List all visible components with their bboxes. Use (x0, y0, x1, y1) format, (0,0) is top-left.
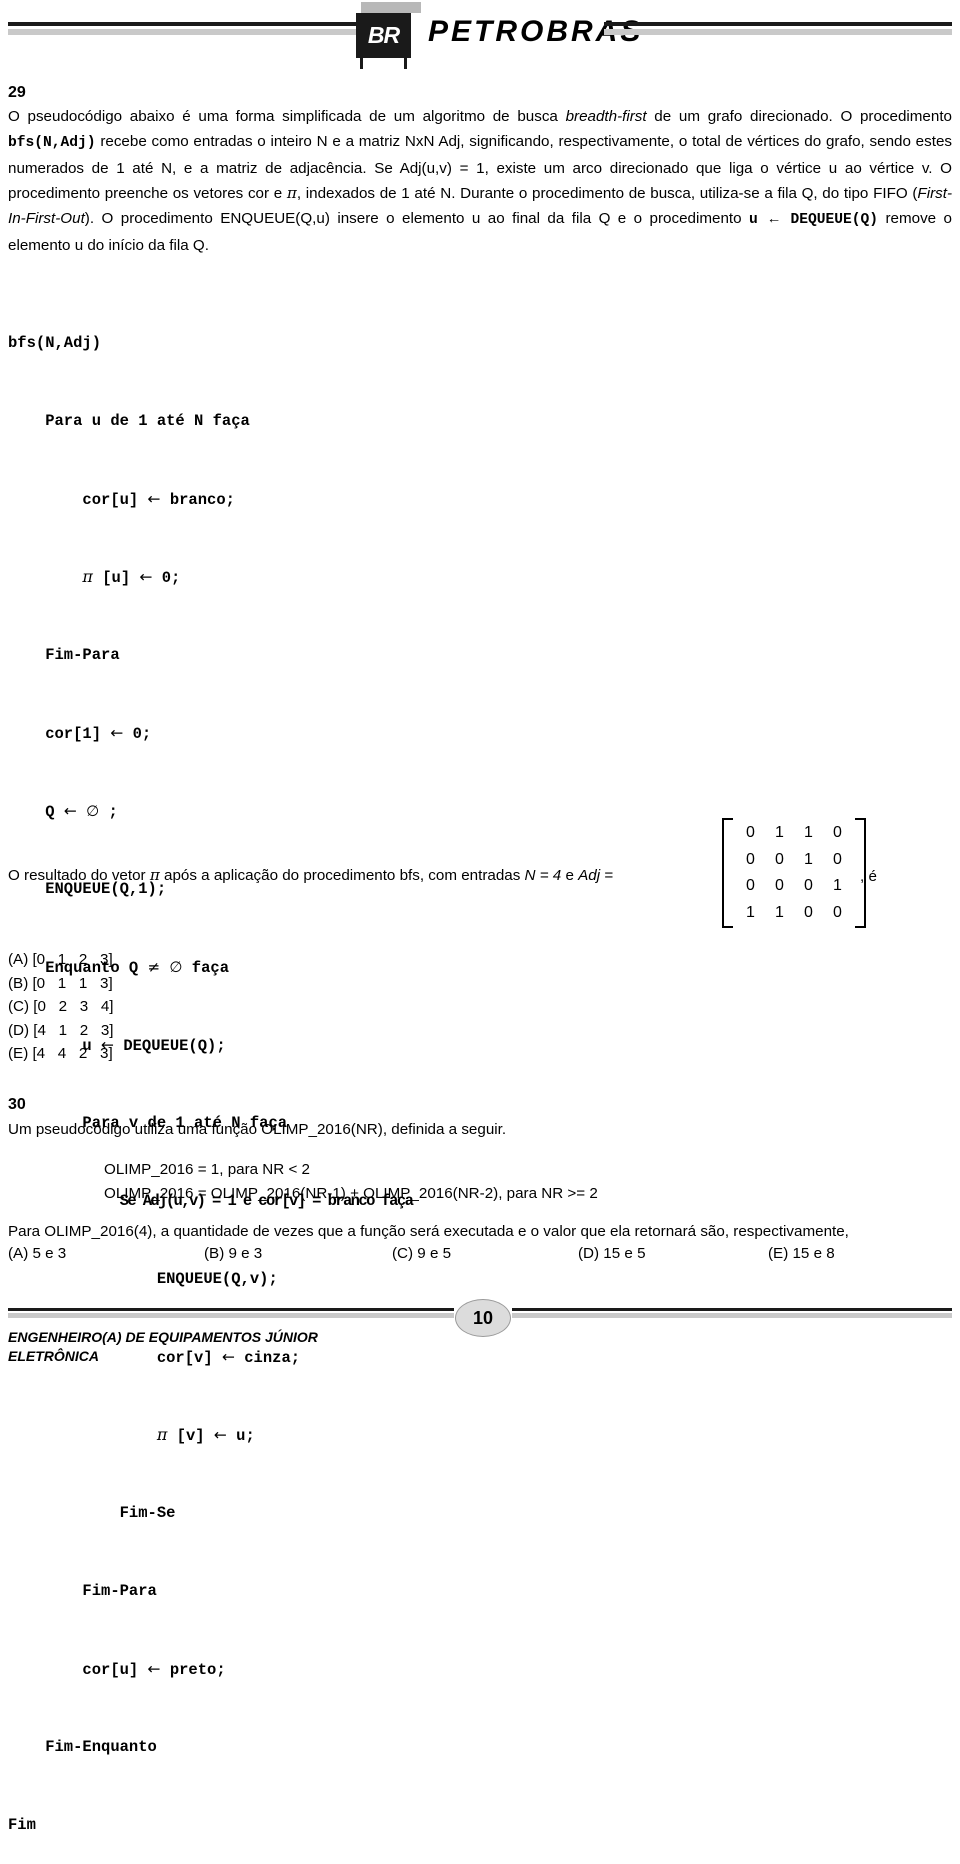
matrix-cell: 1 (775, 903, 784, 921)
code-line: Fim-Enquanto (8, 1738, 157, 1756)
matrix-cell: 0 (804, 877, 813, 894)
code-line: Para u de 1 até N faça (8, 412, 250, 430)
matrix-cell: 1 (804, 850, 813, 868)
br-logo-label: BR (367, 22, 400, 48)
footer-role: ENGENHEIRO(A) DE EQUIPAMENTOS JÚNIOR ELE… (8, 1328, 318, 1366)
option-b[interactable]: (B) [0 1 1 3] (8, 972, 114, 996)
matrix-cell: 1 (804, 824, 813, 841)
matrix-cell: 1 (746, 903, 755, 921)
footer-rule-dark (512, 1308, 952, 1311)
footer-rule-left (8, 1308, 454, 1319)
code-line: π [u] ← 0; (82, 567, 181, 587)
header-rule-right (604, 22, 952, 36)
petrobras-logo: BR PETROBRAS (356, 2, 640, 69)
page-number-badge: 10 (455, 1299, 511, 1337)
header-rule-light (8, 29, 356, 35)
question-29-pseudocode: bfs(N,Adj) Para u de 1 até N faça cor[u]… (8, 278, 708, 1864)
br-logo-icon: BR (356, 13, 411, 69)
matrix-grid: 0 1 1 0 0 0 1 0 0 0 0 1 1 1 0 0 (733, 820, 855, 926)
result-sentence-tail: , é (860, 868, 877, 885)
footer-role-line-2: ELETRÔNICA (8, 1348, 99, 1364)
q30-option-a[interactable]: (A) 5 e 3 (8, 1245, 66, 1262)
code-line: π [v] ← u; (156, 1425, 255, 1445)
q30-option-d[interactable]: (D) 15 e 5 (578, 1245, 646, 1262)
header-rule-dark (8, 22, 356, 26)
code-line: Q ← ∅ ; (8, 802, 118, 821)
question-29-number: 29 (8, 84, 26, 101)
q30-option-b[interactable]: (B) 9 e 3 (204, 1245, 262, 1262)
intro-line-1: O pseudocódigo abaixo é uma forma simpli… (8, 108, 853, 125)
code-line: Fim-Se (8, 1504, 176, 1522)
footer-rule-light (8, 1313, 454, 1318)
olimp-definition-line-2: OLIMP_2016 = OLIMP_2016(NR-1) + OLIMP_20… (104, 1185, 598, 1202)
matrix-cell: 1 (775, 824, 784, 841)
q30-option-c[interactable]: (C) 9 e 5 (392, 1245, 451, 1262)
olimp-definition-line-1: OLIMP_2016 = 1, para NR < 2 (104, 1161, 310, 1178)
header-rule-dark (604, 22, 952, 26)
option-e[interactable]: (E) [4 4 2 3] (8, 1042, 114, 1066)
footer-rule-right (512, 1308, 952, 1319)
matrix-cell: 0 (775, 850, 784, 868)
code-line: cor[u] ← branco; (8, 490, 235, 509)
code-line: Fim-Para (8, 646, 120, 664)
matrix-cell: 0 (804, 903, 813, 921)
code-line: cor[1] ← 0; (8, 724, 152, 743)
adjacency-matrix: 0 1 1 0 0 0 1 0 0 0 0 1 1 1 0 0 (722, 818, 866, 928)
matrix-cell: 0 (833, 903, 842, 921)
option-a[interactable]: (A) [0 1 2 3] (8, 948, 114, 972)
question-30-number: 30 (8, 1096, 26, 1113)
footer-rule-dark (8, 1308, 454, 1311)
question-30-intro: Um pseudocódigo utiliza uma função OLIMP… (8, 1121, 507, 1138)
matrix-bracket-left (722, 818, 733, 928)
footer-role-line-1: ENGENHEIRO(A) DE EQUIPAMENTOS JÚNIOR (8, 1329, 318, 1345)
page-footer: 10 ENGENHEIRO(A) DE EQUIPAMENTOS JÚNIOR … (0, 1298, 960, 1371)
matrix-cell: 0 (746, 824, 755, 841)
code-line: bfs(N,Adj) (8, 334, 102, 352)
code-line: Fim (8, 1816, 36, 1834)
matrix-cell: 0 (746, 877, 755, 894)
matrix-cell: 0 (833, 824, 842, 841)
page-header: BR PETROBRAS (0, 0, 960, 69)
code-line: ENQUEUE(Q,v); (8, 1270, 278, 1288)
matrix-cell: 0 (775, 877, 784, 894)
matrix-cell: 0 (746, 850, 755, 868)
question-29-options: (A) [0 1 2 3] (B) [0 1 1 3] (C) [0 2 3 4… (8, 948, 114, 1066)
question-30-prompt: Para OLIMP_2016(4), a quantidade de veze… (8, 1223, 849, 1240)
logo-grey-bar (361, 2, 421, 13)
option-d[interactable]: (D) [4 1 2 3] (8, 1019, 114, 1043)
matrix-cell: 0 (833, 850, 842, 868)
question-29-intro: O pseudocódigo abaixo é uma forma simpli… (8, 104, 952, 258)
header-rule-light (604, 29, 952, 35)
footer-rule-light (512, 1313, 952, 1318)
q30-option-e[interactable]: (E) 15 e 8 (768, 1245, 835, 1262)
code-line: Fim-Para (8, 1582, 157, 1600)
code-line: cor[u] ← preto; (8, 1660, 226, 1679)
matrix-cell: 1 (833, 877, 842, 894)
option-c[interactable]: (C) [0 2 3 4] (8, 995, 114, 1019)
question-29-result-sentence: O resultado do vetor π após a aplicação … (8, 866, 614, 884)
header-rule-left (8, 22, 356, 36)
